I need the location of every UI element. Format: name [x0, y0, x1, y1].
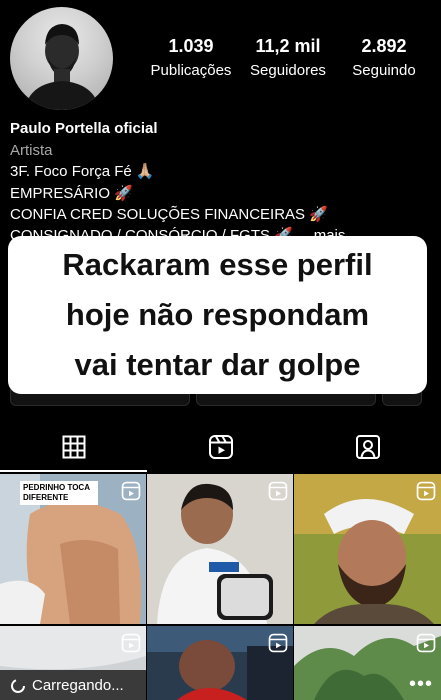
grid-post[interactable]: [147, 474, 293, 624]
reels-icon: [208, 435, 233, 459]
posts-label: Publicações: [150, 62, 232, 79]
overlay-line: vai tentar dar golpe: [74, 347, 361, 382]
tab-tagged[interactable]: [294, 422, 441, 472]
following-count: 2.892: [361, 36, 407, 56]
bio-line: CONFIA CRED SOLUÇÕES FINANCEIRAS 🚀: [10, 206, 328, 223]
overlay-line: hoje não respondam: [65, 297, 370, 332]
grid-post[interactable]: Carregando...: [0, 626, 146, 700]
active-tab-indicator: [0, 470, 147, 472]
reel-badge-icon: [121, 633, 141, 653]
more-options-icon[interactable]: •••: [409, 673, 433, 696]
reel-badge-icon: [121, 481, 141, 501]
reel-badge-icon: [268, 481, 288, 501]
grid-post[interactable]: [294, 474, 441, 624]
reel-badge-icon: [416, 481, 436, 501]
loading-indicator: Carregando...: [10, 677, 124, 694]
stat-following[interactable]: 2.892 Seguindo: [336, 36, 432, 82]
following-label: Seguindo: [352, 62, 416, 79]
loading-spinner-icon: [11, 678, 25, 693]
posts-count: 1.039: [168, 36, 214, 56]
grid-post[interactable]: •••: [294, 626, 441, 700]
grid-icon: [62, 435, 85, 459]
post-caption: PEDRINHO TOCA DIFERENTE: [20, 481, 98, 505]
reel-badge-icon: [416, 633, 436, 653]
profile-avatar[interactable]: [10, 7, 113, 110]
warning-overlay: Rackaram esse perfil hoje não respondam …: [8, 236, 427, 394]
stat-followers[interactable]: 11,2 mil Seguidores: [240, 36, 336, 82]
profile-category: Artista: [10, 142, 53, 159]
overlay-line: Rackaram esse perfil: [62, 247, 373, 282]
profile-name: Paulo Portella oficial: [10, 120, 158, 137]
posts-grid: PEDRINHO TOCA DIFERENTE Carregando... ••…: [0, 474, 441, 700]
grid-post[interactable]: [147, 626, 293, 700]
bio-line: 3F. Foco Força Fé 🙏🏼: [10, 163, 155, 180]
bio-line: EMPRESÁRIO 🚀: [10, 185, 133, 202]
followers-label: Seguidores: [250, 62, 326, 79]
loading-text: Carregando...: [32, 677, 124, 694]
tab-posts[interactable]: [0, 422, 147, 472]
tagged-icon: [355, 435, 380, 459]
grid-post[interactable]: PEDRINHO TOCA DIFERENTE: [0, 474, 146, 624]
reel-badge-icon: [268, 633, 288, 653]
followers-count: 11,2 mil: [255, 36, 321, 56]
profile-tabs: [0, 422, 441, 472]
tab-reels[interactable]: [147, 422, 294, 472]
stat-posts[interactable]: 1.039 Publicações: [143, 36, 239, 82]
